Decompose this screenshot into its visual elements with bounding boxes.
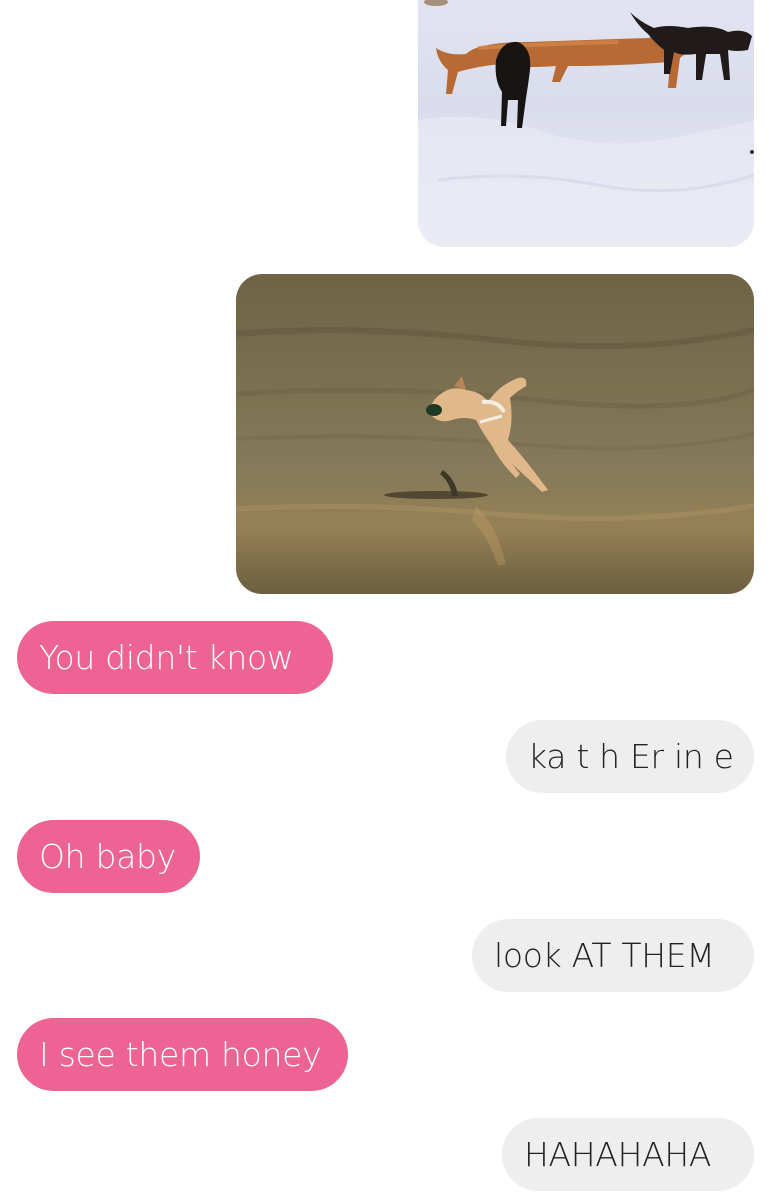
dog-beach-image (236, 274, 754, 594)
message-bubble-outgoing[interactable]: ka t h Er in e (506, 720, 754, 793)
message-thread[interactable]: You didn't know ka t h Er in e Oh baby l… (0, 0, 772, 1200)
message-text: ka t h Er in e (528, 737, 734, 776)
message-text: look AT THEM (494, 936, 715, 975)
message-bubble-outgoing[interactable]: look AT THEM (472, 919, 754, 992)
message-text: You didn't know (39, 638, 294, 677)
photo-message-dogs-snow[interactable] (418, 0, 754, 247)
message-text: HAHAHAHA (524, 1135, 712, 1174)
message-text: I see them honey (39, 1035, 322, 1074)
message-bubble-incoming[interactable]: You didn't know (17, 621, 333, 694)
message-bubble-incoming[interactable]: I see them honey (17, 1018, 348, 1091)
photo-message-dog-beach[interactable] (236, 274, 754, 594)
message-bubble-incoming[interactable]: Oh baby (17, 820, 200, 893)
message-bubble-outgoing[interactable]: HAHAHAHA (502, 1118, 754, 1191)
message-text: Oh baby (39, 837, 176, 876)
dogs-snow-image (418, 0, 754, 247)
